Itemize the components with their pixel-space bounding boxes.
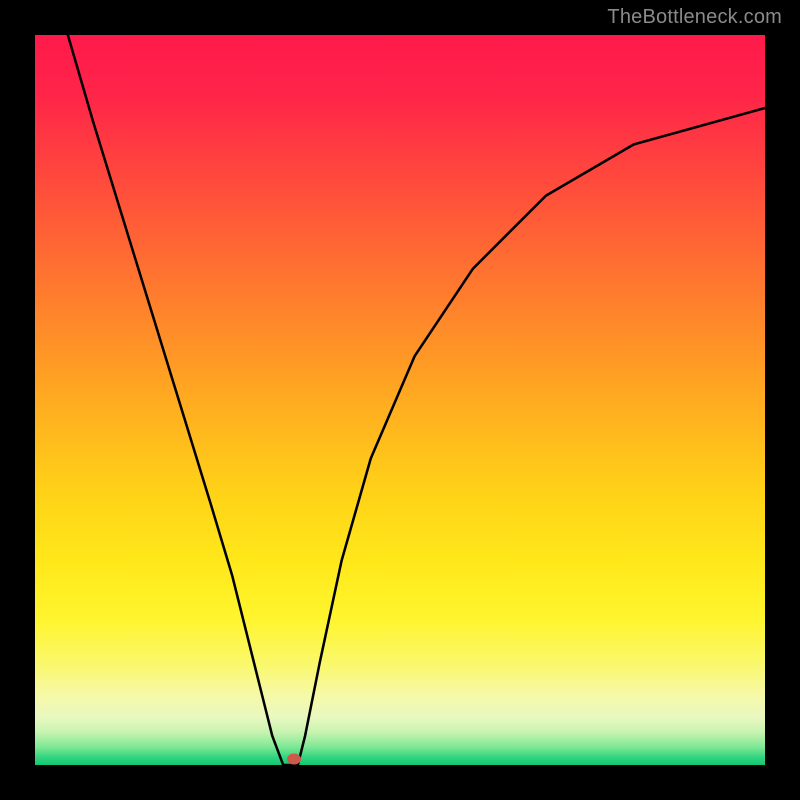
watermark-text: TheBottleneck.com bbox=[607, 6, 782, 29]
optimal-point-marker bbox=[287, 754, 301, 765]
plot-area bbox=[35, 35, 765, 765]
bottleneck-curve bbox=[35, 35, 765, 765]
chart-frame: TheBottleneck.com bbox=[0, 0, 800, 800]
